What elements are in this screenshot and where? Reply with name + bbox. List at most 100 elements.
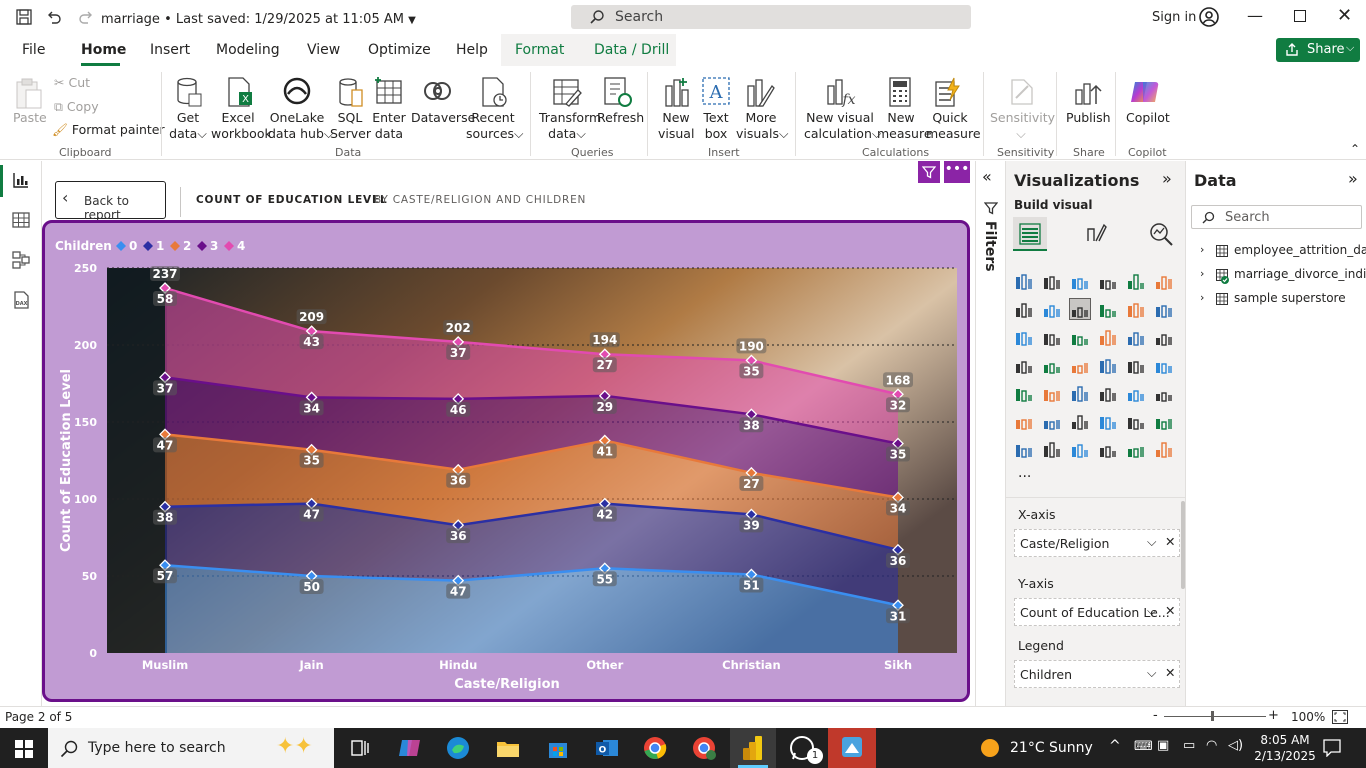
dax-query-view-icon[interactable]: DAX [12,291,30,309]
table-item[interactable]: › employee_attrition_da... [1200,243,1366,261]
excel-workbook-button[interactable]: Excel workbook [211,110,272,142]
account-icon[interactable] [1199,7,1219,27]
notifications-icon[interactable] [1323,739,1341,757]
visual-type-icon[interactable] [1098,355,1118,375]
visual-type-icon[interactable] [1014,271,1034,291]
sql-server-button[interactable]: SQL Server [330,110,371,142]
app-taskbar-button[interactable] [828,728,876,768]
publish-button[interactable]: Publish [1066,110,1111,126]
task-view-icon[interactable] [346,734,374,762]
quick-measure-button[interactable]: Quick measure [926,110,981,142]
visual-type-icon[interactable] [1098,327,1118,347]
visual-type-icon[interactable] [1098,299,1118,319]
chevron-down-icon[interactable]: ⌵ [1147,665,1156,681]
edge-icon[interactable] [444,734,472,762]
paste-button[interactable]: Paste [13,110,47,126]
visual-type-icon[interactable] [1014,383,1034,403]
visual-type-icon[interactable] [1042,327,1062,347]
visual-type-icon[interactable] [1042,355,1062,375]
visual-type-icon[interactable] [1070,439,1090,459]
visual-type-icon[interactable] [1154,411,1174,431]
visual-type-icon[interactable] [1126,355,1146,375]
table-item[interactable]: › marriage_divorce_indi... [1200,267,1366,285]
visual-type-icon[interactable] [1154,271,1174,291]
more-options-button[interactable]: ••• [944,161,970,183]
search-box[interactable]: Search [571,5,971,29]
text-box-button[interactable]: Text box [698,110,734,142]
weather-sun-icon[interactable] [980,738,1000,758]
refresh-button[interactable]: Refresh [597,110,644,126]
fit-to-page-icon[interactable] [1332,710,1348,724]
transform-data-button[interactable]: Transform data⌵ [539,110,601,142]
enter-data-button[interactable]: Enter data [371,110,407,142]
collapse-data-icon[interactable]: » [1348,169,1358,188]
visual-type-icon[interactable] [1070,327,1090,347]
report-view-icon[interactable] [12,171,30,189]
visual-type-icon[interactable] [1042,383,1062,403]
windows-start-icon[interactable] [15,740,33,758]
tab-data-drill[interactable]: Data / Drill [594,42,669,58]
tab-file[interactable]: File [22,42,45,58]
taskbar-search[interactable]: Type here to search ✦✦ [48,728,334,768]
model-view-icon[interactable] [12,251,30,269]
visual-type-icon[interactable] [1070,271,1090,291]
visual-type-icon[interactable] [1042,299,1062,319]
visual-type-icon[interactable] [1126,271,1146,291]
tab-modeling[interactable]: Modeling [216,42,280,58]
redo-icon[interactable] [78,9,94,25]
share-button[interactable]: Share ⌵ [1276,38,1360,62]
more-visuals-button[interactable]: More visuals⌵ [736,110,788,142]
visual-type-icon[interactable] [1042,439,1062,459]
remove-field-icon[interactable]: ✕ [1165,665,1175,680]
data-search-input[interactable]: Search [1191,205,1362,229]
visual-type-icon[interactable] [1154,383,1174,403]
table-view-icon[interactable] [12,211,30,229]
chevron-right-icon[interactable]: › [1200,267,1204,280]
power-bi-taskbar-button[interactable] [730,728,776,768]
tab-view[interactable]: View [307,42,340,58]
visual-type-icon[interactable] [1070,355,1090,375]
back-to-report-button[interactable]: ‹ Back to report [55,181,166,222]
filter-button[interactable] [918,161,940,183]
outlook-icon[interactable]: O [593,734,621,762]
expand-filters-icon[interactable]: « [982,167,992,186]
analytics-icon[interactable] [1148,221,1174,247]
visual-type-icon[interactable] [1069,298,1091,320]
save-icon[interactable] [16,9,32,25]
microsoft-store-icon[interactable] [544,734,572,762]
legend-item-label[interactable]: 3 [210,239,218,253]
zoom-out-icon[interactable]: - [1153,708,1158,723]
cut-button[interactable]: ✂ Cut [54,75,90,91]
visual-type-icon[interactable] [1126,411,1146,431]
zoom-slider[interactable] [1164,716,1266,717]
new-visual-button[interactable]: New visual [658,110,694,142]
visual-type-icon[interactable] [1014,439,1034,459]
chevron-up-icon[interactable]: ^ [1109,738,1121,754]
legend-marker[interactable] [116,241,126,251]
tab-insert[interactable]: Insert [150,42,190,58]
visual-type-icon[interactable] [1014,299,1034,319]
legend-marker[interactable] [224,241,234,251]
new-measure-button[interactable]: New measure [877,110,932,142]
visual-type-icon[interactable] [1070,383,1090,403]
visual-type-icon[interactable] [1014,327,1034,347]
chevron-down-icon[interactable]: ⌵ [1147,603,1156,619]
file-name[interactable]: marriage • Last saved: 1/29/2025 at 11:0… [101,12,416,27]
chevron-down-icon[interactable]: ▼ [408,15,416,26]
legend-field-well[interactable]: Children ⌵ ✕ [1014,660,1180,688]
copilot-taskbar-icon[interactable] [396,734,424,762]
recent-sources-button[interactable]: Recent sources⌵ [466,110,524,142]
format-visual-icon[interactable] [1084,221,1108,245]
chevron-right-icon[interactable]: › [1200,291,1204,304]
visual-type-icon[interactable] [1098,411,1118,431]
visual-type-icon[interactable] [1154,299,1174,319]
zoom-in-icon[interactable]: + [1268,708,1279,723]
visual-type-icon[interactable] [1014,411,1034,431]
legend-marker[interactable] [170,241,180,251]
maximize-icon[interactable] [1294,10,1306,22]
file-explorer-icon[interactable] [494,734,522,762]
onelake-data-hub-button[interactable]: OneLake data hub⌵ [268,110,333,142]
chrome-profile-icon[interactable] [690,734,718,762]
collapse-visualizations-icon[interactable]: » [1162,169,1172,188]
chevron-right-icon[interactable]: › [1200,243,1204,256]
